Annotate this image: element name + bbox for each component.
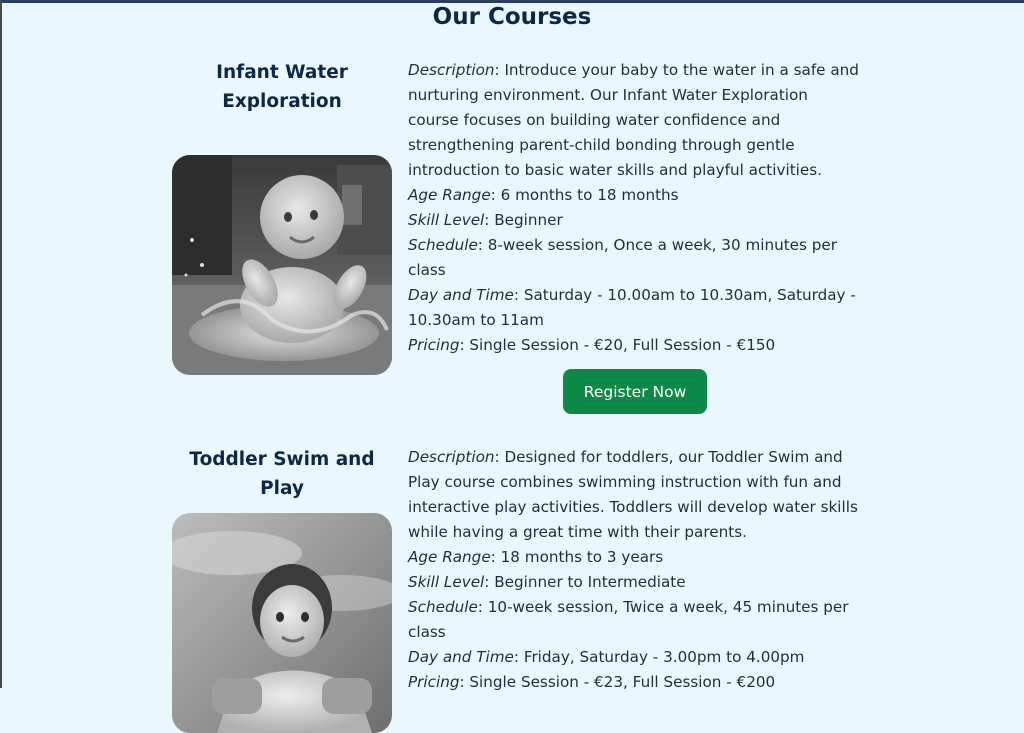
day-time-label: Day and Time [408, 286, 514, 304]
skill-level-label: Skill Level [408, 211, 485, 229]
course-title: Toddler Swim and Play [189, 449, 375, 499]
schedule-label: Schedule [408, 236, 478, 254]
description-label: Description [408, 448, 495, 466]
pricing-value: Single Session - €23, Full Session - €20… [469, 673, 776, 691]
course-description: Description: Designed for toddlers, our … [408, 448, 858, 541]
schedule-label: Schedule [408, 598, 478, 616]
course-left-column: Toddler Swim and Play [172, 445, 392, 503]
page-title: Our Courses [432, 4, 592, 30]
pricing-value: Single Session - €20, Full Session - €15… [469, 336, 776, 354]
course-schedule: Schedule: 10-week session, Twice a week,… [408, 598, 849, 641]
course-details: Description: Designed for toddlers, our … [408, 445, 862, 695]
course-details: Description: Introduce your baby to the … [408, 58, 862, 414]
course-age-range: Age Range: 18 months to 3 years [408, 548, 664, 566]
pricing-label: Pricing [408, 673, 460, 691]
course-photo-baby [172, 155, 392, 375]
skill-level-label: Skill Level [408, 573, 485, 591]
course-left-column: Infant Water Exploration [172, 58, 392, 116]
window-left-border [0, 0, 2, 688]
toddler-photo-image [172, 513, 392, 733]
course-photo-toddler [172, 513, 392, 733]
course-description: Description: Introduce your baby to the … [408, 61, 859, 179]
course-skill-level: Skill Level: Beginner to Intermediate [408, 573, 686, 591]
window-top-border [0, 0, 1024, 3]
course-skill-level: Skill Level: Beginner [408, 211, 563, 229]
course-title: Infant Water Exploration [216, 62, 348, 112]
skill-level-value: Beginner to Intermediate [494, 573, 686, 591]
age-range-label: Age Range [408, 548, 491, 566]
age-range-value: 18 months to 3 years [500, 548, 664, 566]
course-day-time: Day and Time: Saturday - 10.00am to 10.3… [408, 286, 856, 329]
course-pricing: Pricing: Single Session - €23, Full Sess… [408, 673, 776, 691]
register-now-button[interactable]: Register Now [563, 369, 707, 414]
baby-photo-image [172, 155, 392, 375]
course-pricing: Pricing: Single Session - €20, Full Sess… [408, 336, 776, 354]
course-age-range: Age Range: 6 months to 18 months [408, 186, 679, 204]
age-range-label: Age Range [408, 186, 491, 204]
day-time-value: Friday, Saturday - 3.00pm to 4.00pm [523, 648, 805, 666]
description-label: Description [408, 61, 495, 79]
course-schedule: Schedule: 8-week session, Once a week, 3… [408, 236, 837, 279]
course-day-time: Day and Time: Friday, Saturday - 3.00pm … [408, 648, 805, 666]
day-time-label: Day and Time [408, 648, 514, 666]
skill-level-value: Beginner [494, 211, 563, 229]
pricing-label: Pricing [408, 336, 460, 354]
age-range-value: 6 months to 18 months [500, 186, 679, 204]
